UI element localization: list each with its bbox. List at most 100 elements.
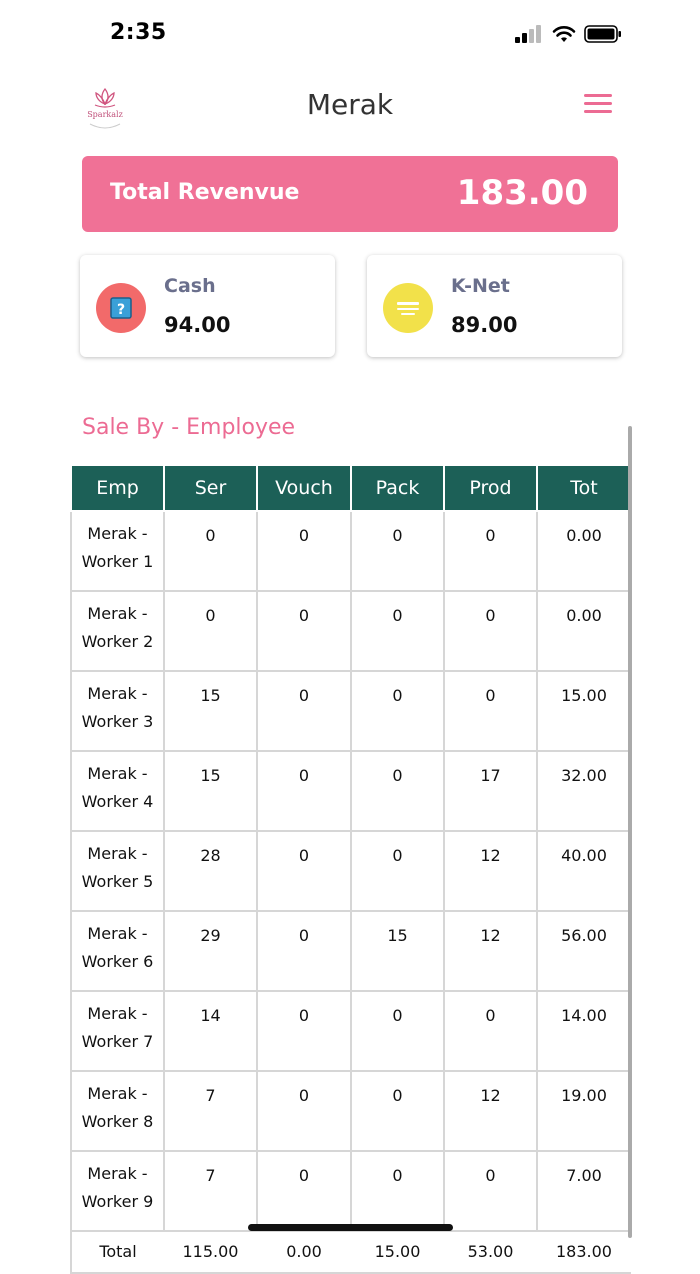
table-row: Merak - Worker 2 0 0 0 0 0.00 (70, 590, 632, 672)
prod-cell: 12 (443, 910, 538, 992)
sales-section-title: Sale By - Employee (82, 415, 296, 440)
vouch-cell: 0 (256, 1070, 352, 1152)
tot-cell: 56.00 (536, 910, 632, 992)
ser-cell: 0 (163, 510, 258, 592)
employee-cell: Merak - Worker 3 (70, 670, 165, 752)
vouch-cell: 0 (256, 510, 352, 592)
prod-cell: 0 (443, 1150, 538, 1232)
tot-cell: 32.00 (536, 750, 632, 832)
menu-line (584, 110, 612, 113)
employee-cell: Merak - Worker 4 (70, 750, 165, 832)
app-header: Sparkalz Merak (0, 76, 700, 136)
total-pack-cell: 15.00 (351, 1230, 444, 1274)
menu-line (584, 94, 612, 97)
employee-cell: Merak - Worker 8 (70, 1070, 165, 1152)
employee-cell: Merak - Worker 5 (70, 830, 165, 912)
total-label-cell: Total (70, 1230, 164, 1274)
table-row: Merak - Worker 7 14 0 0 0 14.00 (70, 990, 632, 1072)
tot-cell: 7.00 (536, 1150, 632, 1232)
tot-cell: 15.00 (536, 670, 632, 752)
vertical-scrollbar[interactable] (628, 426, 632, 1238)
vouch-cell: 0 (256, 910, 352, 992)
ser-cell: 28 (163, 830, 258, 912)
table-row: Merak - Worker 1 0 0 0 0 0.00 (70, 510, 632, 592)
employee-cell: Merak - Worker 6 (70, 910, 165, 992)
prod-cell: 12 (443, 1070, 538, 1152)
ser-cell: 29 (163, 910, 258, 992)
hamburger-menu-button[interactable] (584, 94, 612, 116)
vouch-cell: 0 (256, 670, 352, 752)
cash-amount: 94.00 (164, 313, 231, 337)
prod-cell: 0 (443, 990, 538, 1072)
vouch-cell: 0 (256, 830, 352, 912)
table-row: Merak - Worker 8 7 0 0 12 19.00 (70, 1070, 632, 1152)
table-row: Merak - Worker 9 7 0 0 0 7.00 (70, 1150, 632, 1232)
total-revenue-value: 183.00 (456, 173, 588, 213)
tot-cell: 14.00 (536, 990, 632, 1072)
pack-cell: 0 (350, 750, 445, 832)
cash-card: ? Cash 94.00 (80, 255, 335, 357)
table-total-row: Total 115.00 0.00 15.00 53.00 183.00 (70, 1230, 631, 1274)
pack-cell: 0 (350, 510, 445, 592)
menu-line (584, 102, 612, 105)
total-revenue-label: Total Revenvue (110, 180, 300, 205)
column-header-emp: Emp (70, 464, 165, 512)
pack-cell: 0 (350, 830, 445, 912)
ser-cell: 7 (163, 1070, 258, 1152)
status-bar: 2:35 (0, 0, 700, 70)
status-time: 2:35 (110, 20, 167, 45)
employee-cell: Merak - Worker 7 (70, 990, 165, 1072)
prod-cell: 17 (443, 750, 538, 832)
table-row: Merak - Worker 6 29 0 15 12 56.00 (70, 910, 632, 992)
column-header-pack: Pack (350, 464, 445, 512)
ser-cell: 15 (163, 750, 258, 832)
tot-cell: 0.00 (536, 590, 632, 672)
prod-cell: 0 (443, 590, 538, 672)
cash-icon-glyph: ? (110, 297, 132, 319)
knet-label: K-Net (451, 275, 510, 297)
tot-cell: 0.00 (536, 510, 632, 592)
status-icons (514, 24, 622, 44)
prod-cell: 12 (443, 830, 538, 912)
total-vouch-cell: 0.00 (257, 1230, 351, 1274)
ser-cell: 7 (163, 1150, 258, 1232)
ser-cell: 15 (163, 670, 258, 752)
column-header-vouch: Vouch (256, 464, 352, 512)
cash-icon: ? (96, 283, 146, 333)
ser-cell: 0 (163, 590, 258, 672)
pack-cell: 0 (350, 590, 445, 672)
cellular-signal-icon (515, 25, 541, 43)
knet-amount: 89.00 (451, 313, 518, 337)
pack-cell: 0 (350, 990, 445, 1072)
knet-card: K-Net 89.00 (367, 255, 622, 357)
vouch-cell: 0 (256, 590, 352, 672)
total-revenue-banner: Total Revenvue 183.00 (82, 156, 618, 232)
knet-icon-glyph (397, 302, 419, 315)
home-indicator[interactable] (248, 1224, 453, 1231)
ser-cell: 14 (163, 990, 258, 1072)
prod-cell: 0 (443, 510, 538, 592)
pack-cell: 0 (350, 1150, 445, 1232)
employee-cell: Merak - Worker 1 (70, 510, 165, 592)
table-header-row: Emp Ser Vouch Pack Prod Tot (70, 464, 632, 512)
svg-text:?: ? (117, 302, 125, 318)
employee-cell: Merak - Worker 2 (70, 590, 165, 672)
pack-cell: 0 (350, 670, 445, 752)
total-tot-cell: 183.00 (537, 1230, 631, 1274)
total-ser-cell: 115.00 (164, 1230, 257, 1274)
battery-icon (584, 25, 621, 43)
total-prod-cell: 53.00 (444, 1230, 537, 1274)
table-row: Merak - Worker 4 15 0 0 17 32.00 (70, 750, 632, 832)
logo-swoosh (89, 123, 121, 129)
table-row: Merak - Worker 3 15 0 0 0 15.00 (70, 670, 632, 752)
knet-icon (383, 283, 433, 333)
vouch-cell: 0 (256, 990, 352, 1072)
cash-label: Cash (164, 275, 216, 297)
employee-sales-table: Emp Ser Vouch Pack Prod Tot Merak - Worke… (70, 464, 632, 1274)
pack-cell: 0 (350, 1070, 445, 1152)
vouch-cell: 0 (256, 1150, 352, 1232)
table-row: Merak - Worker 5 28 0 0 12 40.00 (70, 830, 632, 912)
pack-cell: 15 (350, 910, 445, 992)
tot-cell: 19.00 (536, 1070, 632, 1152)
wifi-icon (552, 26, 576, 42)
